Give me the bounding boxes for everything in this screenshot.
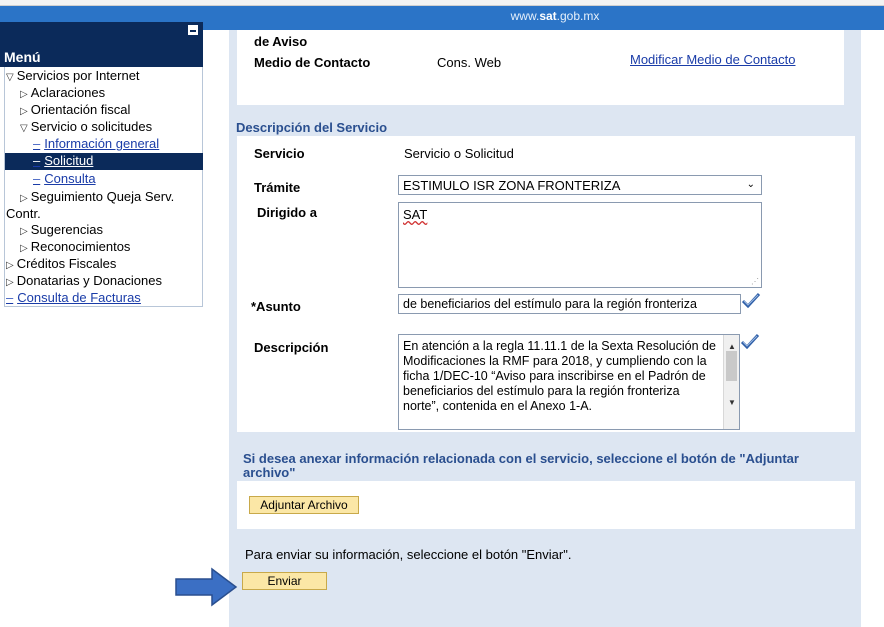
menu-item-sugerencias[interactable]: ▷ Sugerencias [20,222,103,237]
expanded-triangle-icon: ▽ [6,72,14,83]
menu-item-seguimiento-queja[interactable]: ▷ Seguimiento Queja Serv. [20,189,174,204]
minimize-icon[interactable] [187,24,199,36]
menu-item-servicio-solicitudes[interactable]: ▽ Servicio o solicitudes [20,119,152,134]
scroll-thumb[interactable] [726,351,737,381]
menu-item-label: Consulta [44,171,96,186]
site-url-bold: sat [539,9,557,23]
menu-item-reconocimientos[interactable]: ▷ Reconocimientos [20,239,130,254]
send-instructions: Para enviar su información, seleccione e… [245,547,572,562]
asunto-label: *Asunto [251,299,301,314]
menu-item-informacion-general[interactable]: – Información general [33,136,159,151]
dirigido-textarea[interactable]: SAT ⋰ [398,202,762,288]
collapsed-triangle-icon: ▷ [20,243,28,254]
send-button[interactable]: Enviar [242,572,327,590]
menu-item-label: Contr. [6,206,41,221]
menu-item-donatarias[interactable]: ▷ Donatarias y Donaciones [6,273,162,288]
resize-grip-icon[interactable]: ⋰ [751,277,759,286]
spellcheck-icon[interactable] [740,333,760,349]
dash-icon: – [33,153,41,168]
attach-instructions: Si desea anexar información relacionada … [243,451,799,480]
descripcion-scrollbar[interactable]: ▲ ▼ [723,335,739,429]
menu-item-label: Solicitud [44,153,94,168]
menu-item-servicios-internet[interactable]: ▽ Servicios por Internet [6,68,140,83]
attach-file-button[interactable]: Adjuntar Archivo [249,496,359,514]
menu-item-label: Donatarias y Donaciones [16,273,162,288]
asunto-value: de beneficiarios del estímulo para la re… [403,297,697,311]
menu-item-label: Servicios por Internet [16,68,140,83]
dash-icon: – [33,171,41,186]
browser-strip [0,0,884,6]
menu-item-seguimiento-queja-cont[interactable]: Contr. [6,206,41,221]
menu-item-label: Aclaraciones [30,85,106,100]
collapsed-triangle-icon: ▷ [6,277,14,288]
collapsed-triangle-icon: ▷ [20,226,28,237]
cut-label: de Aviso [254,36,308,46]
menu-item-solicitud[interactable]: – Solicitud [33,153,93,168]
menu-title: Menú [4,49,41,65]
chevron-down-icon: ⌄ [746,179,755,190]
collapsed-triangle-icon: ▷ [20,193,28,204]
menu-item-label: Consulta de Facturas [17,290,141,305]
expanded-triangle-icon: ▽ [20,123,28,134]
medio-contacto-label: Medio de Contacto [254,55,371,70]
asunto-input[interactable]: de beneficiarios del estímulo para la re… [398,294,741,314]
dirigido-label: Dirigido a [257,205,317,220]
menu-item-label: Sugerencias [30,222,103,237]
section-title-service: Descripción del Servicio [236,120,388,135]
menu-item-creditos-fiscales[interactable]: ▷ Créditos Fiscales [6,256,116,271]
menu-item-orientacion-fiscal[interactable]: ▷ Orientación fiscal [20,102,130,117]
tramite-label: Trámite [254,180,301,195]
menu-item-label: Seguimiento Queja Serv. [30,189,175,204]
spellcheck-icon[interactable] [741,292,761,308]
pointer-arrow-icon [175,567,238,607]
tramite-select[interactable]: ESTIMULO ISR ZONA FRONTERIZA ⌄ [398,175,762,195]
descripcion-value: En atención a la regla 11.11.1 de la Sex… [403,339,716,413]
menu-item-label: Reconocimientos [30,239,131,254]
collapsed-triangle-icon: ▷ [6,260,14,271]
site-url-prefix: www. [510,9,540,23]
dash-icon: – [6,290,14,305]
dirigido-value: SAT [403,207,428,222]
descripcion-label: Descripción [254,340,329,355]
descripcion-textarea[interactable]: En atención a la regla 11.11.1 de la Sex… [398,334,740,430]
menu-item-consulta[interactable]: – Consulta [33,171,96,186]
site-url-suffix: .gob.mx [556,9,600,23]
collapsed-triangle-icon: ▷ [20,89,28,100]
scroll-down-icon[interactable]: ▼ [728,395,736,410]
collapsed-triangle-icon: ▷ [20,106,28,117]
menu-item-label: Créditos Fiscales [16,256,117,271]
menu-item-label: Orientación fiscal [30,102,131,117]
menu-item-consulta-facturas[interactable]: – Consulta de Facturas [6,290,141,305]
tramite-selected-value: ESTIMULO ISR ZONA FRONTERIZA [403,178,621,193]
dash-icon: – [33,136,41,151]
servicio-label: Servicio [254,146,305,161]
menu-item-aclaraciones[interactable]: ▷ Aclaraciones [20,85,105,100]
menu-item-label: Información general [44,136,160,151]
modify-contact-link[interactable]: Modificar Medio de Contacto [630,52,795,67]
site-url: www.sat.gob.mx [0,9,884,23]
medio-contacto-value: Cons. Web [437,55,502,70]
servicio-value: Servicio o Solicitud [404,146,514,161]
menu-item-label: Servicio o solicitudes [30,119,153,134]
